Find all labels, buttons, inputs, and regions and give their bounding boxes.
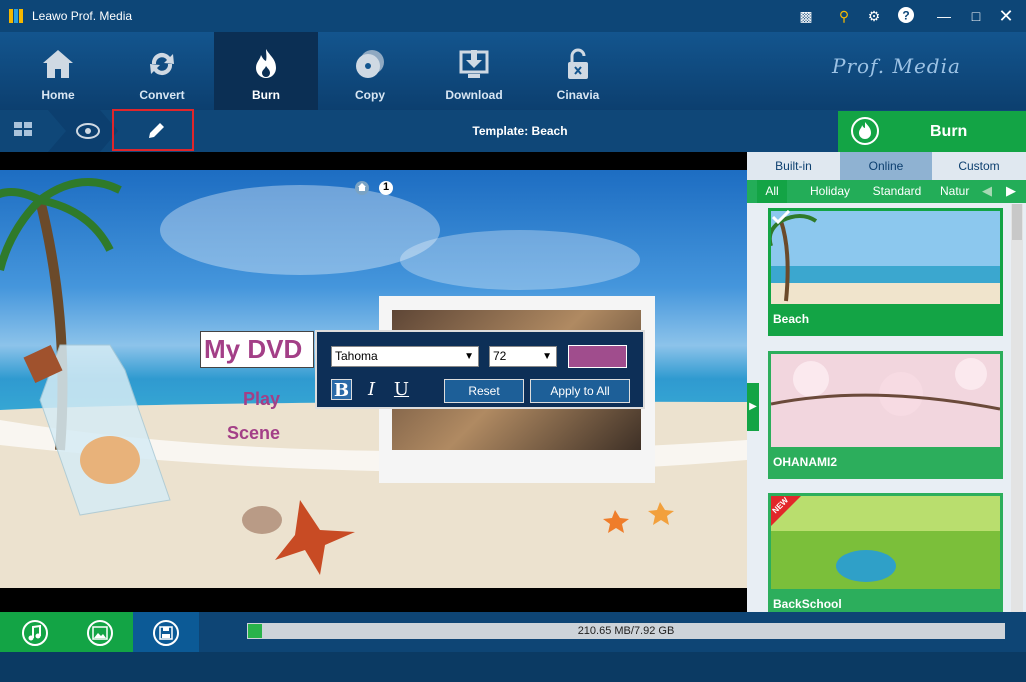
feedback-icon[interactable]: ▩ <box>796 6 816 26</box>
nav-convert-label: Convert <box>139 88 185 102</box>
category-standard[interactable]: Standard <box>866 180 928 203</box>
home-icon <box>43 50 73 78</box>
font-color-swatch[interactable] <box>568 345 627 368</box>
template-name: Beach <box>773 312 810 326</box>
italic-button[interactable]: I <box>361 379 382 400</box>
page-number[interactable]: 1 <box>379 181 393 193</box>
template-card-backschool[interactable]: NEW BackSchool <box>768 493 1003 612</box>
grid-view-icon[interactable] <box>14 122 34 138</box>
app-logo-icon <box>9 9 23 23</box>
template-label: Template: Beach <box>472 124 568 138</box>
download-icon <box>459 50 489 78</box>
page-indicator: 1 <box>354 180 394 201</box>
unlock-icon <box>568 48 588 79</box>
minimize-icon[interactable]: — <box>934 6 954 26</box>
template-name: BackSchool <box>773 597 842 611</box>
disc-copy-icon <box>356 50 384 78</box>
category-all[interactable]: All <box>757 180 787 203</box>
tab-built-in[interactable]: Built-in <box>747 152 840 180</box>
nav-home[interactable]: Home <box>6 32 110 110</box>
nav-copy-label: Copy <box>355 88 385 102</box>
music-icon[interactable] <box>22 620 48 646</box>
nav-copy[interactable]: Copy <box>318 32 422 110</box>
flame-icon <box>256 49 276 78</box>
nav-cinavia[interactable]: Cinavia <box>526 32 630 110</box>
category-next-icon[interactable]: ▶ <box>1006 183 1016 199</box>
nav-home-label: Home <box>41 88 75 102</box>
font-size-value: 72 <box>493 349 507 363</box>
save-disc-icon[interactable] <box>153 620 179 646</box>
nav-cinavia-label: Cinavia <box>556 88 600 102</box>
template-name: OHANAMI2 <box>773 455 838 469</box>
template-card-ohanami2[interactable]: OHANAMI2 <box>768 351 1003 479</box>
pencil-edit-icon[interactable] <box>146 121 166 141</box>
template-thumb-backschool <box>771 496 1000 589</box>
scrollbar-thumb[interactable] <box>1012 204 1022 240</box>
font-family-value: Tahoma <box>335 349 378 363</box>
category-nature[interactable]: Natur <box>940 180 980 203</box>
burn-button-label: Burn <box>930 123 968 140</box>
gear-icon[interactable]: ⚙ <box>864 6 884 26</box>
chevron-down-icon: ▼ <box>464 351 474 362</box>
nav-burn[interactable]: Burn <box>214 32 318 110</box>
category-holiday[interactable]: Holiday <box>799 180 861 203</box>
media-buttons <box>0 612 133 652</box>
svg-text:?: ? <box>902 9 909 23</box>
selected-check-icon <box>772 210 790 224</box>
menu-play[interactable]: Play <box>243 389 280 410</box>
dvd-title-text[interactable]: My DVD <box>200 331 314 368</box>
chevron-down-icon: ▼ <box>542 351 552 362</box>
help-icon[interactable]: ? <box>896 6 916 26</box>
template-thumb-ohanami <box>771 354 1000 447</box>
brand-logo: Prof. Media <box>832 54 961 78</box>
disc-usage-text: 210.65 MB/7.92 GB <box>577 625 675 637</box>
close-icon[interactable]: ✕ <box>996 6 1016 26</box>
font-size-select[interactable]: 72 ▼ <box>489 346 557 367</box>
convert-icon <box>150 52 174 76</box>
nav-download[interactable]: Download <box>422 32 526 110</box>
category-prev-icon[interactable]: ◀ <box>982 183 992 199</box>
nav-convert[interactable]: Convert <box>110 32 214 110</box>
key-icon[interactable]: ⚲ <box>834 6 854 26</box>
menu-scene[interactable]: Scene <box>227 423 280 444</box>
underline-button[interactable]: U <box>391 379 412 400</box>
app-title: Leawo Prof. Media <box>32 9 133 23</box>
preview-tab[interactable] <box>48 110 118 152</box>
template-thumb-beach <box>771 211 1000 304</box>
template-scrollbar[interactable] <box>1011 204 1023 612</box>
reset-button[interactable]: Reset <box>444 379 524 403</box>
font-toolbar: Tahoma ▼ 72 ▼ B I U Reset Apply to All <box>315 330 645 409</box>
maximize-icon[interactable]: □ <box>966 6 986 26</box>
tab-online[interactable]: Online <box>840 152 932 180</box>
status-bar <box>0 652 1026 682</box>
tab-custom[interactable]: Custom <box>932 152 1026 180</box>
burn-flame-icon <box>851 117 879 145</box>
template-card-beach[interactable]: Beach <box>768 208 1003 336</box>
nav-burn-label: Burn <box>252 88 280 102</box>
bold-button[interactable]: B <box>331 379 352 401</box>
image-icon[interactable] <box>87 620 113 646</box>
nav-download-label: Download <box>445 88 503 102</box>
apply-to-all-button[interactable]: Apply to All <box>530 379 630 403</box>
font-family-select[interactable]: Tahoma ▼ <box>331 346 479 367</box>
collapse-panel-handle[interactable]: ▶ <box>747 383 759 431</box>
